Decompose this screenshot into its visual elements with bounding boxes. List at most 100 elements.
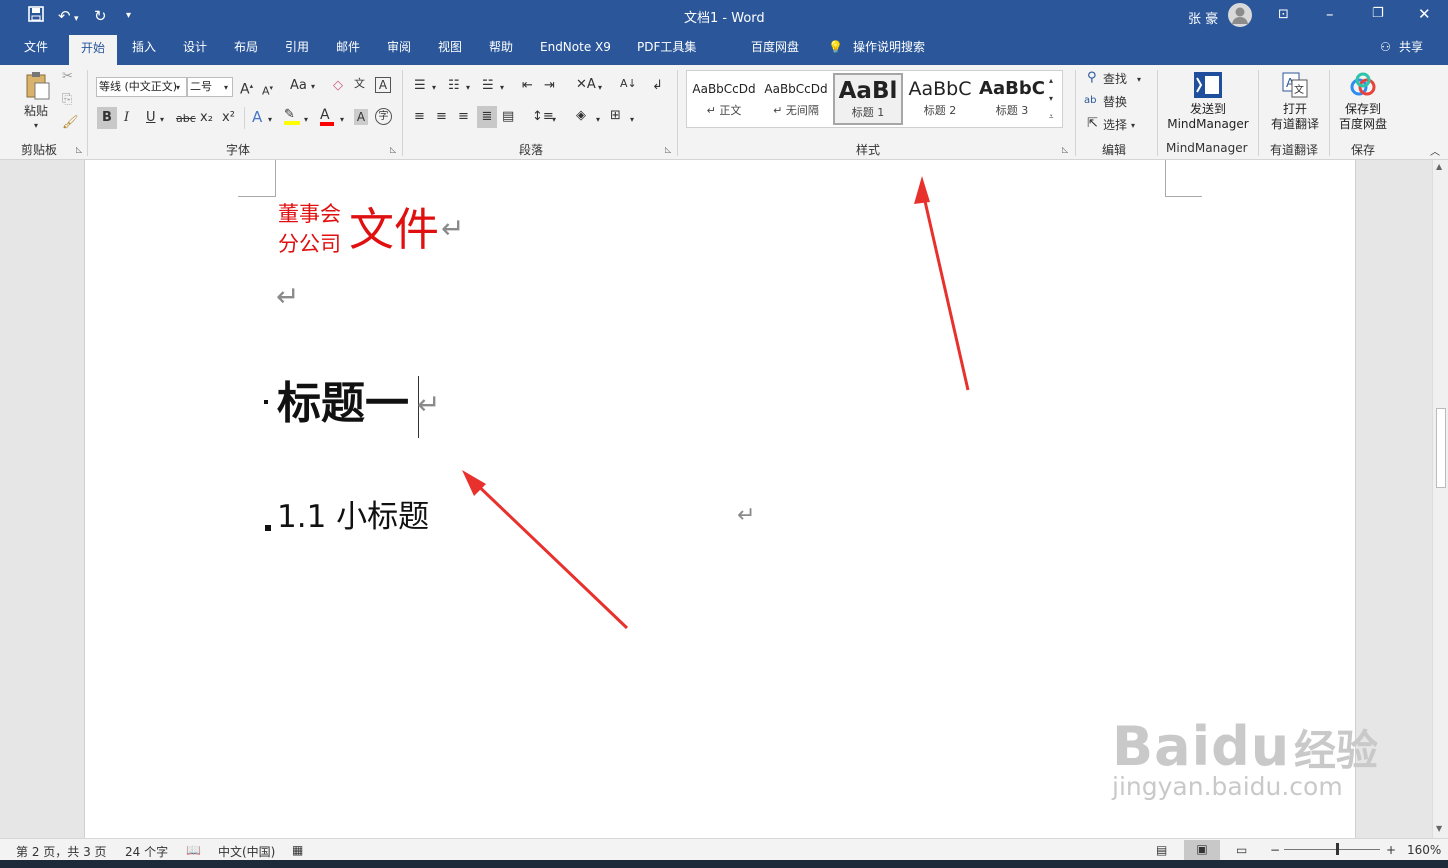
strikethrough-button[interactable]: abc (176, 111, 196, 127)
customize-icon[interactable]: ▾ (126, 6, 131, 26)
find-dropdown-icon[interactable]: ▾ (1137, 72, 1141, 88)
zoom-slider[interactable] (1284, 849, 1380, 850)
tab-help[interactable]: 帮助 (489, 38, 513, 65)
cut-icon[interactable]: ✂ (62, 69, 73, 85)
underline-dropdown-icon[interactable]: ▾ (160, 112, 164, 128)
font-color-icon[interactable]: A (320, 107, 334, 126)
numbering-dropdown-icon[interactable]: ▾ (466, 80, 470, 96)
grow-font-icon[interactable]: A▴ (240, 78, 253, 98)
text-effects-dropdown-icon[interactable]: ▾ (268, 112, 272, 128)
decrease-indent-icon[interactable]: ⇤ (522, 78, 533, 94)
save-icon[interactable] (28, 6, 44, 27)
replace-icon[interactable]: ab (1084, 93, 1096, 109)
undo-dropdown-icon[interactable]: ▾ (74, 9, 79, 29)
undo-icon[interactable]: ↶ (58, 6, 71, 26)
shading-dropdown-icon[interactable]: ▾ (596, 112, 600, 128)
tab-home[interactable]: 开始 (69, 35, 117, 65)
shading-icon[interactable]: ◈ (576, 108, 586, 124)
bullets-dropdown-icon[interactable]: ▾ (432, 80, 436, 96)
proofing-icon[interactable]: 📖 (186, 843, 201, 857)
scroll-thumb[interactable] (1436, 408, 1446, 488)
word-count[interactable]: 24 个字 (125, 843, 168, 860)
tab-pdf-tools[interactable]: PDF工具集 (637, 38, 696, 65)
ribbon-display-icon[interactable]: ⊡ (1278, 7, 1289, 22)
line-spacing-icon[interactable]: ↕≡ (532, 109, 554, 125)
open-youdao-translate-button[interactable]: A文 打开 有道翻译 (1265, 70, 1325, 132)
distributed-icon[interactable]: ▤ (502, 109, 514, 125)
scroll-up-icon[interactable]: ▲ (1436, 162, 1442, 171)
show-marks-icon[interactable]: ↲ (652, 78, 663, 94)
share-icon[interactable]: ⚇ (1380, 38, 1391, 65)
redo-icon[interactable]: ↻ (94, 6, 107, 26)
text-effects-icon[interactable]: A (252, 109, 262, 125)
replace-button[interactable]: 替换 (1103, 94, 1127, 110)
underline-button[interactable]: U (146, 110, 156, 126)
character-border-icon[interactable]: A (375, 77, 391, 93)
tab-view[interactable]: 视图 (438, 38, 462, 65)
change-case-icon[interactable]: Aa ▾ (290, 78, 315, 95)
shrink-font-icon[interactable]: A▾ (262, 80, 273, 100)
minimize-icon[interactable]: – (1326, 5, 1334, 23)
user-name[interactable]: 张 豪 (1188, 8, 1218, 27)
styles-launcher-icon[interactable]: ◺ (1062, 145, 1068, 154)
tab-references[interactable]: 引用 (285, 38, 309, 65)
paste-dropdown-icon[interactable]: ▾ (34, 118, 38, 134)
paste-label[interactable]: 粘贴 (24, 103, 48, 119)
numbering-icon[interactable]: ☷ (448, 78, 460, 94)
restore-icon[interactable]: ❐ (1372, 6, 1384, 21)
tab-review[interactable]: 审阅 (387, 38, 411, 65)
align-right-icon[interactable]: ≡ (458, 109, 469, 125)
tab-baidu-netdisk[interactable]: 百度网盘 (751, 38, 799, 65)
style-heading-3[interactable]: AaBbC 标题 3 (977, 73, 1047, 125)
find-icon[interactable]: ⚲ (1087, 70, 1097, 86)
clipboard-launcher-icon[interactable]: ◺ (76, 145, 82, 154)
sort-icon[interactable]: A↓ (620, 76, 637, 92)
save-to-baidu-netdisk-button[interactable]: 保存到 百度网盘 (1334, 70, 1392, 132)
bold-button[interactable]: B (97, 107, 117, 129)
increase-indent-icon[interactable]: ⇥ (544, 78, 555, 94)
zoom-slider-thumb[interactable] (1336, 843, 1339, 855)
borders-dropdown-icon[interactable]: ▾ (630, 112, 634, 128)
format-painter-icon[interactable]: 🖌 (62, 115, 79, 131)
share-button[interactable]: 共享 (1399, 38, 1423, 65)
character-shading-icon[interactable]: A (354, 109, 368, 125)
justify-icon[interactable]: ≣ (477, 106, 497, 128)
tab-file[interactable]: 文件 (24, 38, 48, 65)
tab-insert[interactable]: 插入 (132, 38, 156, 65)
select-dropdown-icon[interactable]: ▾ (1131, 118, 1135, 134)
tab-layout[interactable]: 布局 (234, 38, 258, 65)
align-left-icon[interactable]: ≡ (414, 109, 425, 125)
italic-button[interactable]: I (124, 110, 129, 126)
styles-scroll-down-icon[interactable]: ▾ (1049, 91, 1053, 107)
print-layout-icon[interactable]: ▣ (1184, 840, 1220, 860)
font-size-dropdown-icon[interactable]: ▾ (224, 80, 228, 96)
select-button[interactable]: 选择 (1103, 117, 1127, 133)
bullets-icon[interactable]: ☰ (414, 78, 426, 94)
collapse-ribbon-icon[interactable]: ︿ (1430, 145, 1440, 161)
line-spacing-dropdown-icon[interactable]: ▾ (552, 112, 556, 128)
highlight-icon[interactable]: ✎ (284, 107, 300, 125)
scroll-down-icon[interactable]: ▼ (1436, 824, 1442, 833)
align-center-icon[interactable]: ≡ (436, 109, 447, 125)
borders-icon[interactable]: ⊞ (610, 108, 621, 124)
style-heading-1[interactable]: AaBl 标题 1 (833, 73, 903, 125)
phonetic-guide-icon[interactable]: 文 (354, 76, 365, 92)
paragraph-launcher-icon[interactable]: ◺ (665, 145, 671, 154)
web-layout-icon[interactable]: ▭ (1236, 843, 1247, 857)
tab-design[interactable]: 设计 (183, 38, 207, 65)
font-name-dropdown-icon[interactable]: ▾ (176, 80, 180, 96)
asian-layout-dropdown-icon[interactable]: ▾ (598, 80, 602, 96)
multilevel-dropdown-icon[interactable]: ▾ (500, 80, 504, 96)
font-launcher-icon[interactable]: ◺ (390, 145, 396, 154)
style-normal[interactable]: AaBbCcDd ↵ 正文 (689, 73, 759, 125)
paste-icon[interactable] (24, 71, 52, 106)
highlight-dropdown-icon[interactable]: ▾ (304, 112, 308, 128)
send-to-mindmanager-button[interactable]: 发送到 MindManager (1165, 70, 1251, 132)
language-indicator[interactable]: 中文(中国) (218, 843, 275, 860)
tab-mailings[interactable]: 邮件 (336, 38, 360, 65)
style-no-spacing[interactable]: AaBbCcDd ↵ 无间隔 (761, 73, 831, 125)
asian-layout-icon[interactable]: ✕A (576, 77, 596, 93)
close-icon[interactable]: ✕ (1418, 5, 1431, 23)
clear-formatting-icon[interactable]: ◇ (333, 78, 343, 94)
vertical-scrollbar[interactable]: ▲ ▼ (1432, 160, 1448, 838)
